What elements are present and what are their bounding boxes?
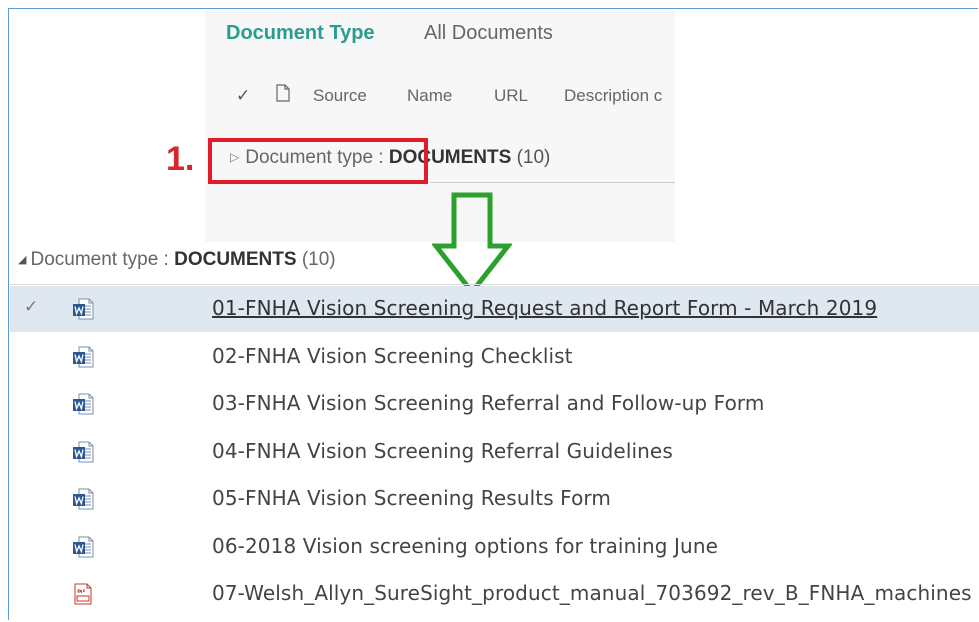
annotation-highlight-box [208, 138, 428, 184]
down-arrow-annotation-icon [432, 192, 512, 296]
document-name-link[interactable]: 02-FNHA Vision Screening Checklist [212, 344, 573, 368]
table-row[interactable]: 07-Welsh_Allyn_SureSight_product_manual_… [10, 571, 979, 617]
document-name-link[interactable]: 03-FNHA Vision Screening Referral and Fo… [212, 391, 764, 415]
table-row[interactable]: 04-FNHA Vision Screening Referral Guidel… [10, 429, 979, 475]
document-name-link[interactable]: 07-Welsh_Allyn_SureSight_product_manual_… [212, 581, 972, 605]
tab-all-documents[interactable]: All Documents [424, 22, 553, 45]
document-type-column-icon[interactable] [276, 84, 290, 102]
table-row[interactable]: 03-FNHA Vision Screening Referral and Fo… [10, 381, 979, 427]
annotation-step-number: 1. [166, 140, 195, 178]
tab-document-type[interactable]: Document Type [226, 22, 375, 45]
word-document-icon [71, 487, 95, 511]
word-document-icon [71, 440, 95, 464]
divider [10, 284, 979, 285]
group-value: DOCUMENTS [174, 249, 297, 270]
table-row[interactable]: ✓ 01-FNHA Vision Screening Request and R… [10, 286, 979, 332]
column-header-url[interactable]: URL [494, 86, 528, 106]
table-row[interactable]: 02-FNHA Vision Screening Checklist [10, 334, 979, 380]
column-header-name[interactable]: Name [407, 86, 452, 106]
document-name-link[interactable]: 01-FNHA Vision Screening Request and Rep… [212, 296, 877, 320]
table-row[interactable]: 06-2018 Vision screening options for tra… [10, 524, 979, 570]
group-label: Document type : [30, 249, 169, 270]
collapse-triangle-icon[interactable]: ◢ [18, 254, 26, 266]
group-count: (10) [516, 147, 551, 168]
column-header-source[interactable]: Source [313, 86, 367, 106]
document-name-link[interactable]: 05-FNHA Vision Screening Results Form [212, 486, 611, 510]
divider [430, 182, 675, 183]
word-document-icon [71, 535, 95, 559]
group-count: (10) [301, 249, 336, 270]
table-row[interactable]: 05-FNHA Vision Screening Results Form [10, 476, 979, 522]
group-header-expanded[interactable]: ◢ Document type : DOCUMENTS (10) [18, 249, 336, 271]
row-check-icon[interactable]: ✓ [24, 297, 38, 317]
pdf-file-icon [71, 582, 95, 606]
word-document-icon [71, 297, 95, 321]
document-name-link[interactable]: 04-FNHA Vision Screening Referral Guidel… [212, 439, 673, 463]
column-header-description[interactable]: Description c [564, 86, 662, 106]
select-all-check-icon[interactable]: ✓ [236, 86, 250, 106]
word-document-icon [71, 345, 95, 369]
word-document-icon [71, 392, 95, 416]
document-name-link[interactable]: 06-2018 Vision screening options for tra… [212, 534, 718, 558]
